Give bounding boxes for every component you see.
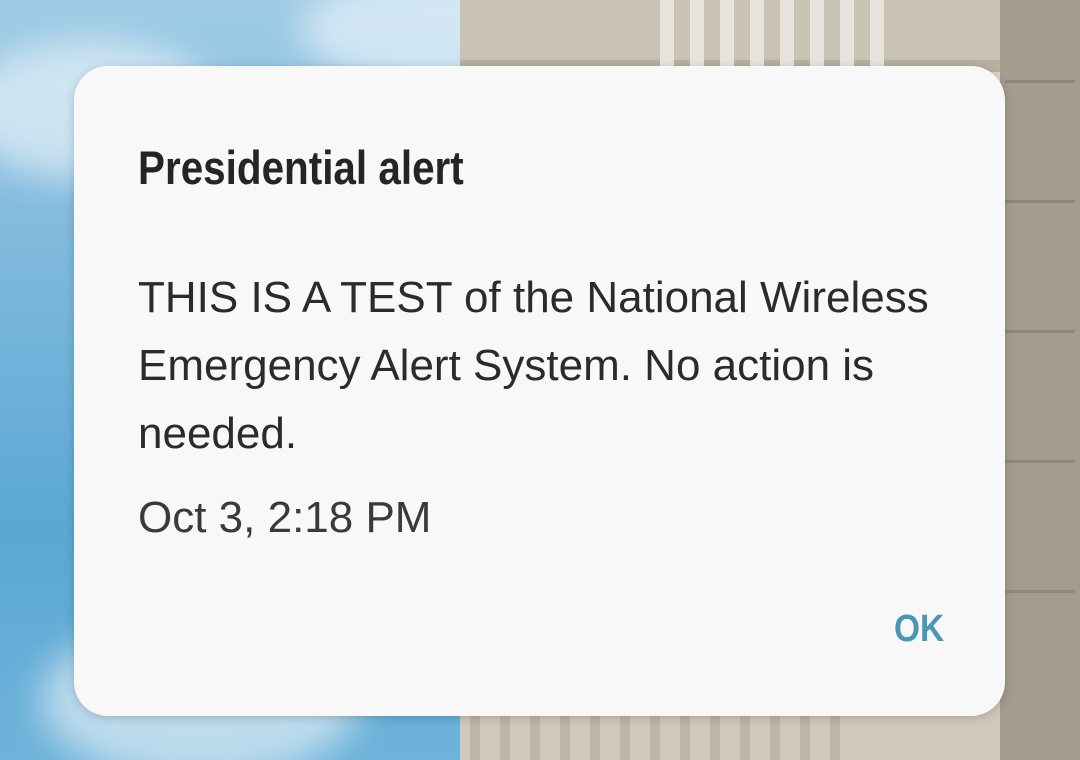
alert-message: THIS IS A TEST of the National Wireless …	[138, 273, 929, 458]
dialog-title: Presidential alert	[138, 141, 464, 194]
ok-button[interactable]: OK	[885, 596, 953, 662]
alert-timestamp: Oct 3, 2:18 PM	[138, 493, 432, 542]
alert-dialog: Presidential alert THIS IS A TEST of the…	[74, 66, 1005, 716]
